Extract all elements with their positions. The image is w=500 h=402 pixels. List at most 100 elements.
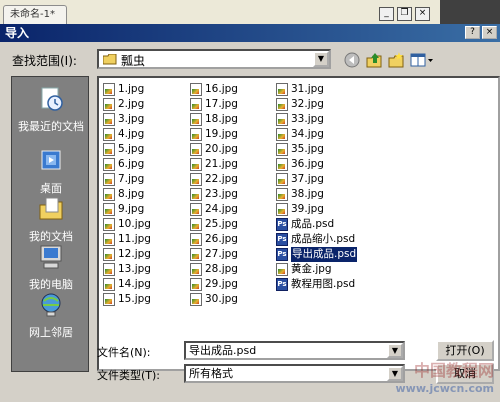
file-item[interactable]: 31.jpg — [276, 82, 357, 97]
file-item[interactable]: 7.jpg — [103, 172, 151, 187]
file-list[interactable]: 1.jpg 2.jpg 3.jpg 4.jpg 5.jpg 6.jpg 7.jpg 8.jpg… — [97, 76, 500, 371]
file-item[interactable]: 37.jpg — [276, 172, 357, 187]
place-my-documents-label: 我的文档 — [29, 230, 73, 243]
psd-file-icon: Ps — [276, 218, 288, 231]
file-item[interactable]: 1.jpg — [103, 82, 151, 97]
file-item[interactable]: 27.jpg — [190, 247, 238, 262]
file-name: 22.jpg — [205, 173, 238, 185]
file-item[interactable]: 16.jpg — [190, 82, 238, 97]
file-item[interactable]: 22.jpg — [190, 172, 238, 187]
background-tab-title: 未命名-1* — [10, 9, 55, 20]
file-item[interactable]: 15.jpg — [103, 292, 151, 307]
help-button[interactable]: ? — [465, 26, 480, 39]
file-item[interactable]: 5.jpg — [103, 142, 151, 157]
jpg-file-icon — [190, 218, 202, 231]
watermark: 中国教程网 www.jcwcn.com — [396, 362, 494, 398]
jpg-file-icon — [276, 188, 288, 201]
watermark-line-2: www.jcwcn.com — [395, 382, 494, 395]
open-button[interactable]: 打开(O) — [436, 340, 494, 361]
jpg-file-icon — [276, 158, 288, 171]
file-item[interactable]: 26.jpg — [190, 232, 238, 247]
background-document-tab[interactable]: 未命名-1* — [3, 5, 67, 24]
file-name: 导出成品.psd — [291, 247, 358, 262]
file-item[interactable]: 25.jpg — [190, 217, 238, 232]
up-folder-icon[interactable] — [366, 52, 382, 68]
file-item[interactable]: 20.jpg — [190, 142, 238, 157]
file-item[interactable]: 黄金.jpg — [276, 262, 357, 277]
filename-input[interactable]: 导出成品.psd ▼ — [184, 341, 405, 360]
chevron-down-icon[interactable]: ▼ — [313, 51, 329, 67]
jpg-file-icon — [190, 158, 202, 171]
dialog-close-button[interactable]: × — [482, 26, 497, 39]
file-item[interactable]: 11.jpg — [103, 232, 151, 247]
minimize-icon[interactable]: _ — [379, 7, 394, 21]
file-name: 25.jpg — [205, 218, 238, 230]
network-icon — [41, 293, 61, 317]
file-item[interactable]: 35.jpg — [276, 142, 357, 157]
file-item[interactable]: 32.jpg — [276, 97, 357, 112]
file-item[interactable]: 3.jpg — [103, 112, 151, 127]
file-item[interactable]: 23.jpg — [190, 187, 238, 202]
place-network[interactable]: 网上邻居 — [12, 291, 90, 340]
file-item[interactable]: 19.jpg — [190, 127, 238, 142]
filetype-label: 文件类型(T): — [97, 369, 161, 382]
jpg-file-icon — [276, 128, 288, 141]
jpg-file-icon — [276, 113, 288, 126]
new-folder-icon[interactable] — [388, 52, 404, 68]
file-name: 7.jpg — [118, 173, 145, 185]
file-item[interactable]: 14.jpg — [103, 277, 151, 292]
jpg-file-icon — [103, 173, 115, 186]
file-item[interactable]: 39.jpg — [276, 202, 357, 217]
filetype-select[interactable]: 所有格式 ▼ — [184, 364, 405, 383]
file-item[interactable]: 28.jpg — [190, 262, 238, 277]
file-item[interactable]: 9.jpg — [103, 202, 151, 217]
file-item[interactable]: Ps 教程用图.psd — [276, 277, 357, 292]
dialog-title: 导入 — [5, 26, 30, 40]
file-item[interactable]: 38.jpg — [276, 187, 357, 202]
jpg-file-icon — [190, 128, 202, 141]
jpg-file-icon — [190, 233, 202, 246]
file-item[interactable]: 18.jpg — [190, 112, 238, 127]
view-menu-icon[interactable] — [410, 52, 434, 68]
file-item[interactable]: Ps 导出成品.psd — [276, 247, 358, 262]
file-name: 3.jpg — [118, 113, 145, 125]
file-name: 30.jpg — [205, 293, 238, 305]
back-icon[interactable] — [344, 52, 360, 68]
open-dialog: 查找范围(I): 瓢虫 ▼ 我最近的文档 桌面 我的文档 我的电脑 网上邻居 1… — [0, 42, 500, 402]
file-item[interactable]: 12.jpg — [103, 247, 151, 262]
file-name: 2.jpg — [118, 98, 145, 110]
file-name: 28.jpg — [205, 263, 238, 275]
lookin-combo[interactable]: 瓢虫 ▼ — [97, 49, 331, 69]
place-desktop[interactable]: 桌面 — [12, 147, 90, 196]
file-item[interactable]: 6.jpg — [103, 157, 151, 172]
file-item[interactable]: 10.jpg — [103, 217, 151, 232]
file-name: 23.jpg — [205, 188, 238, 200]
place-my-documents[interactable]: 我的文档 — [12, 195, 90, 244]
file-item[interactable]: 30.jpg — [190, 292, 238, 307]
file-name: 黄金.jpg — [291, 263, 332, 275]
file-item[interactable]: Ps 成品.psd — [276, 217, 357, 232]
close-icon[interactable]: × — [415, 7, 430, 21]
file-name: 38.jpg — [291, 188, 324, 200]
chevron-down-icon[interactable]: ▼ — [387, 343, 403, 358]
file-item[interactable]: 29.jpg — [190, 277, 238, 292]
file-item[interactable]: 2.jpg — [103, 97, 151, 112]
restore-icon[interactable]: ❐ — [397, 7, 412, 21]
filetype-value: 所有格式 — [189, 367, 233, 380]
file-item[interactable]: Ps 成品缩小.psd — [276, 232, 357, 247]
file-item[interactable]: 34.jpg — [276, 127, 357, 142]
file-item[interactable]: 4.jpg — [103, 127, 151, 142]
file-item[interactable]: 33.jpg — [276, 112, 357, 127]
file-name: 13.jpg — [118, 263, 151, 275]
jpg-file-icon — [103, 203, 115, 216]
place-recent[interactable]: 我最近的文档 — [12, 85, 90, 134]
file-item[interactable]: 21.jpg — [190, 157, 238, 172]
file-item[interactable]: 8.jpg — [103, 187, 151, 202]
file-item[interactable]: 17.jpg — [190, 97, 238, 112]
file-item[interactable]: 36.jpg — [276, 157, 357, 172]
place-my-computer[interactable]: 我的电脑 — [12, 243, 90, 292]
background-window: 未命名-1* _ ❐ × — [0, 0, 500, 24]
file-item[interactable]: 13.jpg — [103, 262, 151, 277]
jpg-file-icon — [190, 203, 202, 216]
file-item[interactable]: 24.jpg — [190, 202, 238, 217]
